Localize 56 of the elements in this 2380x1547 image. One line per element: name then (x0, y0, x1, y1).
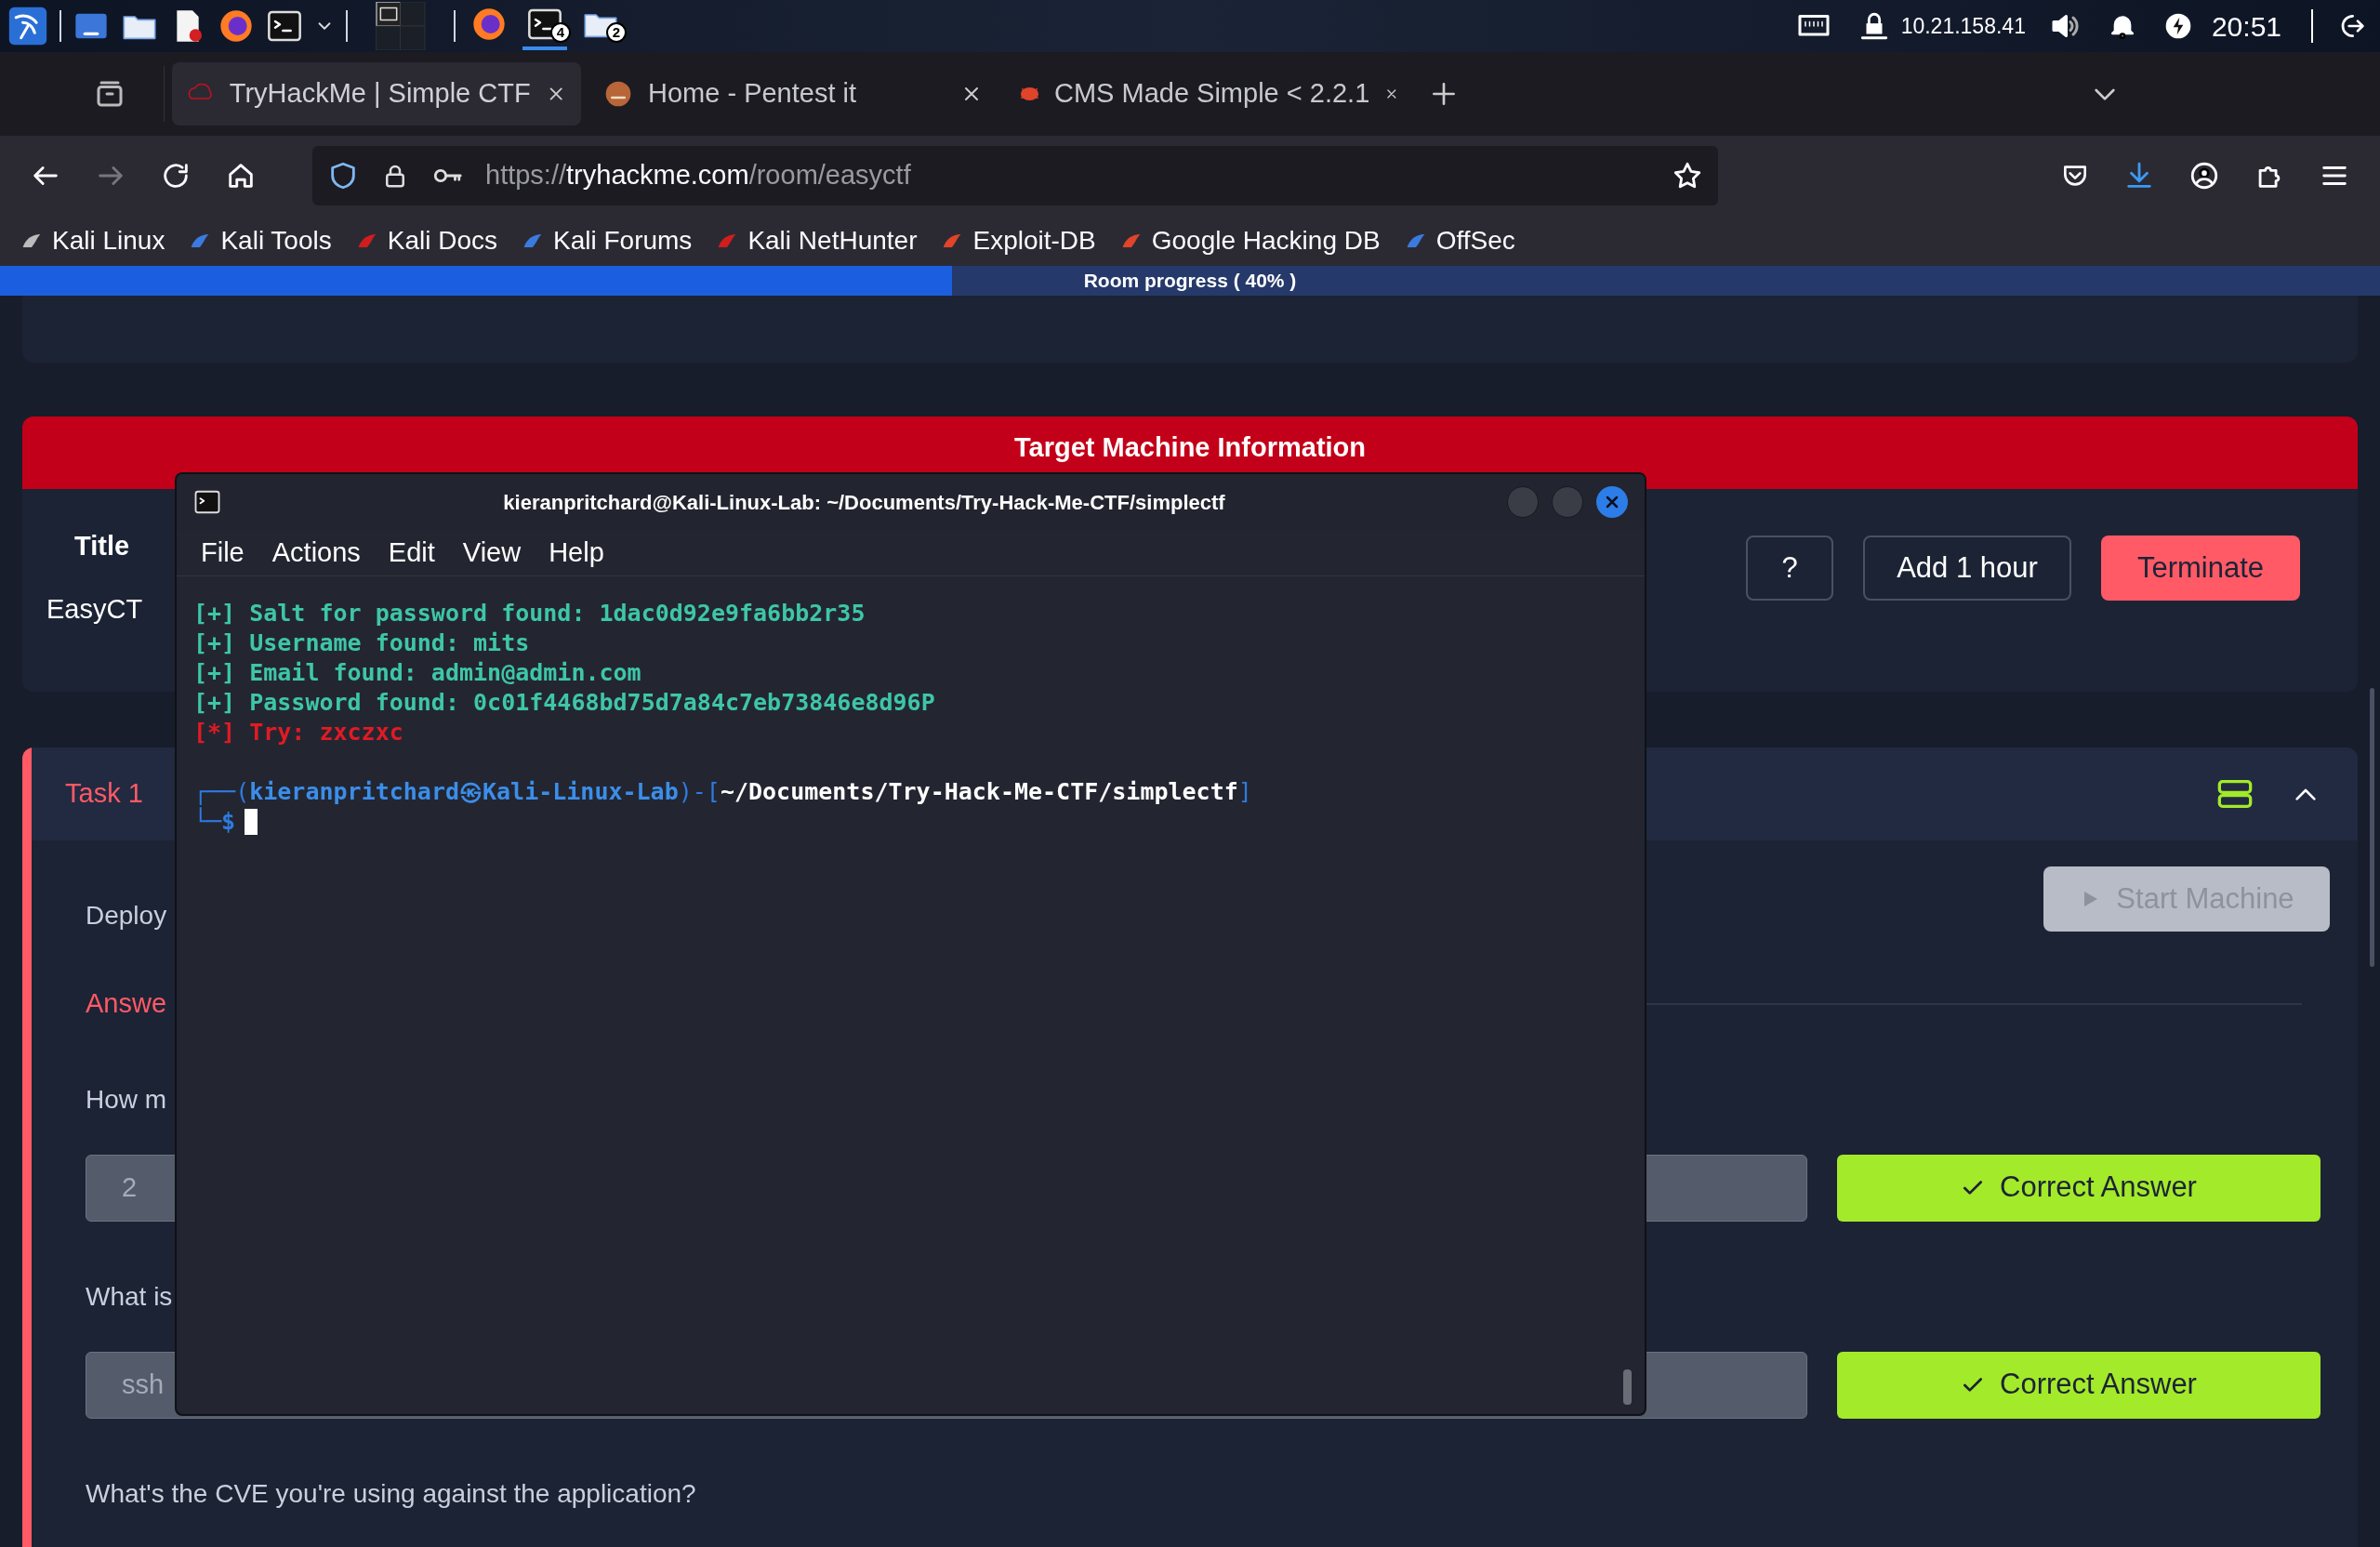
text-cursor (245, 809, 258, 835)
terminal-line: [+] Email found: admin@admin.com (193, 658, 642, 688)
taskbar-app-button[interactable]: 4 (522, 2, 567, 50)
clock: 20:51 (2211, 9, 2281, 44)
menu-item[interactable]: View (462, 532, 522, 574)
menu-item[interactable]: Help (549, 532, 604, 574)
browser-tab[interactable]: Home - Pentest it (588, 62, 998, 126)
bookmark[interactable]: Kali Tools (187, 220, 332, 260)
add-time-button[interactable]: Add 1 hour (1863, 536, 2071, 601)
terminate-button[interactable]: Terminate (2101, 536, 2300, 601)
menu-item[interactable]: File (201, 532, 245, 574)
ip-address: 10.21.158.41 (1900, 12, 2026, 40)
browser-tab[interactable]: TryHackMe | Simple CTF (172, 62, 581, 126)
bookmark[interactable]: OffSec (1402, 220, 1515, 260)
bookmark[interactable]: Kali Forums (520, 220, 693, 260)
task-label: Task 1 (65, 777, 143, 811)
site-icon (603, 79, 633, 109)
firefox-icon[interactable] (218, 7, 255, 45)
section-heading: Answe (86, 987, 167, 1020)
prompt-symbol: └─$ (193, 807, 236, 837)
bookmark[interactable]: Kali NetHunter (714, 220, 918, 260)
address-bar[interactable]: https://tryhackme.com/room/easyctf (312, 145, 1718, 205)
question-text: What's the CVE you're using against the application? (86, 1477, 697, 1510)
task-description: Deploy (86, 900, 167, 932)
terminal-line: [+] Salt for password found: 1dac0d92e9fa6bb2r35 (193, 599, 866, 628)
tab-title: CMS Made Simple < 2.2.1 (1053, 77, 1370, 111)
question-text: How m (86, 1083, 168, 1116)
terminal-line: [*] Try: zxczxc (193, 718, 404, 747)
prompt-line: ┌──(kieranpritchard㉿Kali-Linux-Lab)-[~/Documents/Try-Hack-Me-CTF/simplectf] (193, 777, 1253, 807)
window-title: kieranpritchard@Kali-Linux-Lab: ~/Documents/Try-Hack-Me-CTF/simplectf (502, 489, 1226, 516)
bookmark[interactable]: Exploit-DB (939, 220, 1096, 260)
correct-answer-button[interactable]: Correct Answer (1837, 1154, 2320, 1222)
column-heading: Title (74, 530, 131, 562)
menu-item[interactable]: Edit (388, 532, 435, 574)
bookmark[interactable]: Kali Linux (19, 220, 165, 260)
close-button[interactable] (1596, 486, 1628, 518)
scrollbar-thumb[interactable] (2370, 688, 2374, 967)
browser-icon (470, 6, 508, 43)
progress-label: Room progress ( 40% ) (1083, 269, 1297, 294)
count-badge: 2 (606, 22, 627, 43)
terminal-line: [+] Password found: 0c01f4468bd75d7a84c7eb73846e8d96P (193, 688, 936, 718)
correct-answer-button[interactable]: Correct Answer (1837, 1351, 2320, 1419)
help-button[interactable]: ? (1746, 536, 1833, 601)
menu-item[interactable]: Actions (271, 532, 361, 574)
browser-tab[interactable]: CMS Made Simple < 2.2.1 (1005, 62, 1414, 126)
terminal-icon (193, 488, 221, 516)
tab-title: TryHackMe | Simple CTF (229, 77, 531, 111)
url-text: https://tryhackme.com/room/easyctf (485, 158, 912, 192)
tab-title: Home - Pentest it (648, 77, 858, 111)
bookmark[interactable]: Kali Docs (353, 220, 497, 260)
terminal-line: [+] Username found: mits (193, 628, 531, 658)
bookmark[interactable]: Google Hacking DB (1117, 220, 1381, 260)
machine-title: EasyCT (46, 592, 143, 626)
count-badge: 4 (550, 22, 571, 43)
scrollbar-thumb[interactable] (1623, 1369, 1632, 1405)
question-text: What is (86, 1280, 174, 1313)
